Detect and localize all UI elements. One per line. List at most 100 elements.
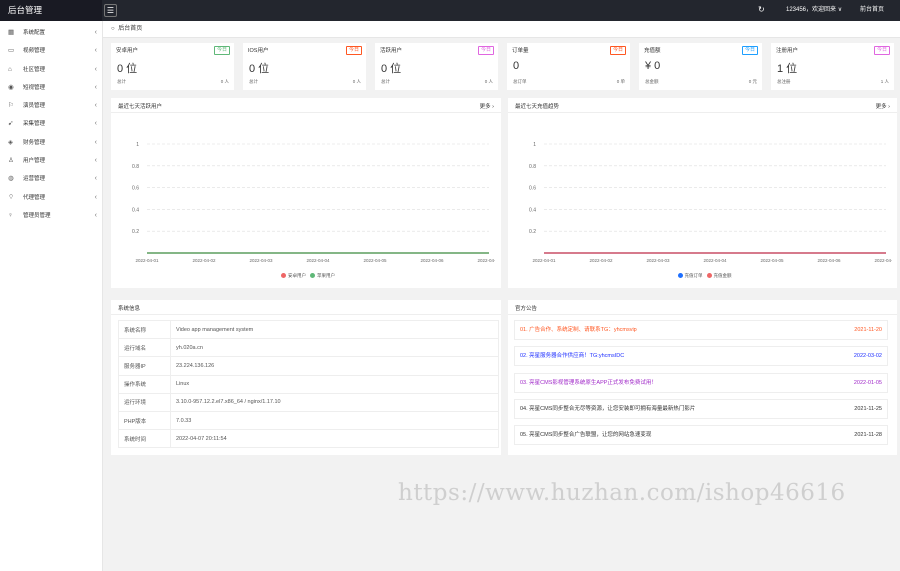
sidebar-item[interactable]: ⌔ 代理管理 ‹ (0, 189, 102, 207)
legend-label[interactable]: 充值金额 (714, 273, 732, 278)
hamburger-icon[interactable]: ☰ (104, 4, 117, 17)
notice-card: 官方公告 01. 广告合作、系统定制、请联系TG：yhcmsvip 2021-11… (508, 300, 897, 455)
stat-label: 活跃用户 (380, 48, 403, 54)
x-tick-label: 2022-04-05 (760, 258, 784, 263)
sidebar: ▦ 系统配置 ‹ ▭ 视频管理 ‹ ⌂ 社区管理 ‹ ◉ 短视管理 ‹ ⚐ 演员管理 ‹ ➹ 采集管理 ‹ ◈ 财务管… (0, 21, 103, 571)
frontend-home-link[interactable]: 前台首页 (860, 0, 884, 21)
sidebar-item[interactable]: ◉ 短视管理 ‹ (0, 79, 102, 97)
menu-icon: ▭ (8, 47, 15, 55)
chevron-left-icon: ‹ (94, 120, 97, 128)
today-badge: 今日 (609, 46, 626, 55)
info-key: 系统时间 (118, 429, 171, 449)
sidebar-item-label: 视频管理 (23, 48, 46, 55)
stat-sub-label: 总计 (381, 79, 390, 84)
sidebar-item[interactable]: ⌂ 社区管理 ‹ (0, 61, 102, 79)
legend-label[interactable]: 苹果用户 (317, 273, 335, 278)
legend-label[interactable]: 充值订单 (685, 273, 703, 278)
info-value: 3.10.0-957.12.2.el7.x86_64 / nginx/1.17.… (170, 392, 499, 412)
user-menu[interactable]: 123456，欢迎回来 ∨ (786, 0, 842, 21)
notice-date: 2022-03-02 (853, 353, 882, 360)
notice-item[interactable]: 04. 亮星CMS同步整合无尽等资源，让您安装即可拥有海量最新热门影片 2021-… (514, 398, 888, 419)
legend-dot (706, 273, 712, 279)
table-row: 运行域名 yh.020a.cn (118, 338, 499, 358)
info-key: PHP版本 (118, 410, 171, 431)
more-link[interactable]: 更多 › (480, 102, 494, 110)
stat-sub-label: 总计 (249, 79, 258, 84)
x-tick-label: 2022-04-02 (192, 258, 216, 263)
top-bar: 后台管理 ☰ ↻ 123456，欢迎回来 ∨ 前台首页 (0, 0, 900, 21)
sidebar-item[interactable]: ♙ 用户管理 ‹ (0, 152, 102, 170)
stat-sub-value: 0 人 (352, 79, 361, 84)
notice-item[interactable]: 02. 亮星服务器合作供应商！TG:yhcmsIDC 2022-03-02 (514, 346, 888, 367)
info-value: 2022-04-07 20:11:54 (170, 429, 499, 449)
today-badge: 今日 (213, 46, 230, 55)
chevron-left-icon: ‹ (94, 175, 97, 183)
notice-item[interactable]: 05. 亮星CMS同步整合广告联盟，让您的网站急速变现 2021-11-28 (514, 425, 888, 446)
more-link[interactable]: 更多 › (876, 102, 890, 110)
card-divider (508, 314, 897, 315)
menu-icon: ◉ (8, 83, 14, 91)
card-title: 官方公告 (515, 306, 538, 312)
stat-value: 0 位 (117, 63, 138, 75)
sidebar-item-label: 管理员管理 (23, 212, 51, 219)
stat-card: 充值额 今日 ¥ 0 总金额 0 元 (639, 43, 762, 90)
x-tick-label: 2022-04-04 (703, 258, 727, 263)
stat-sub-label: 总订单 (513, 79, 527, 84)
stat-sub-label: 总金额 (645, 79, 659, 84)
info-value: 23.224.136.126 (170, 356, 499, 376)
table-row: 系统名称 Video app management system (118, 319, 499, 340)
x-tick-label: 2022-04-01 (135, 258, 159, 263)
system-info-card: 系统信息 系统名称 Video app management system 运行域名… (111, 300, 501, 455)
today-badge: 今日 (741, 46, 758, 55)
breadcrumb-label[interactable]: 后台首页 (118, 26, 142, 32)
stat-value: 0 (513, 60, 520, 72)
chevron-left-icon: ‹ (94, 193, 97, 201)
today-badge: 今日 (873, 46, 890, 55)
sidebar-item[interactable]: ◍ 运营管理 ‹ (0, 170, 102, 188)
notice-text: 03. 亮星CMS影视管理系统原生APP正式发布免费试用！ (520, 379, 657, 386)
notice-item[interactable]: 01. 广告合作、系统定制、请联系TG：yhcmsvip 2021-11-20 (514, 320, 888, 340)
sidebar-item-label: 短视管理 (23, 84, 46, 91)
notice-text: 02. 亮星服务器合作供应商！TG:yhcmsIDC (520, 353, 625, 360)
chevron-left-icon: ‹ (94, 211, 97, 219)
chart-legend: 充值订单 充值金额 (508, 273, 897, 279)
menu-icon: ◍ (8, 175, 14, 183)
sidebar-item[interactable]: ▦ 系统配置 ‹ (0, 24, 102, 42)
y-tick-label: 1 (533, 142, 536, 148)
notice-item[interactable]: 03. 亮星CMS影视管理系统原生APP正式发布免费试用！ 2022-01-05 (514, 372, 888, 393)
recharge-trend-card: 最近七天充值趋势 更多 › 0.2 0.4 0.6 0.8 1 2022-04-01 202… (508, 98, 897, 288)
circle-icon: ○ (111, 26, 115, 32)
stat-sub-value: 0 人 (484, 79, 493, 84)
sidebar-item[interactable]: ▭ 视频管理 ‹ (0, 42, 102, 60)
stat-value: 1 位 (777, 63, 798, 75)
sidebar-item[interactable]: ◈ 财务管理 ‹ (0, 134, 102, 152)
sidebar-item-label: 演员管理 (23, 103, 46, 110)
stat-sub-value: 0 元 (748, 79, 757, 84)
stat-card: 订单量 今日 0 总订单 0 单 (507, 43, 630, 90)
legend-label[interactable]: 安卓用户 (288, 273, 306, 278)
card-title: 最近七天活跃用户 (118, 104, 163, 110)
sidebar-item[interactable]: ⚐ 演员管理 ‹ (0, 97, 102, 115)
table-row: 系统时间 2022-04-07 20:11:54 (118, 429, 499, 449)
sidebar-item[interactable]: ➹ 采集管理 ‹ (0, 115, 102, 133)
notice-text: 01. 广告合作、系统定制、请联系TG：yhcmsvip (520, 327, 637, 333)
today-badge: 今日 (477, 46, 494, 55)
menu-icon: ⌔ (8, 193, 15, 201)
legend-dot (677, 273, 683, 279)
recharge-trend-chart: 0.2 0.4 0.6 0.8 1 2022-04-01 2022-04-02 2022-04… (529, 142, 892, 263)
info-key: 运行域名 (118, 338, 171, 358)
y-tick-label: 0.6 (132, 186, 139, 192)
info-key: 系统名称 (118, 319, 171, 340)
y-tick-label: 0.2 (529, 229, 536, 235)
stat-value: 0 位 (249, 63, 270, 75)
stat-label: 注册用户 (776, 48, 799, 54)
stat-card: 活跃用户 今日 0 位总计 0 人 (375, 43, 498, 90)
stat-card: IOS用户 今日 0 位总计 0 人 (243, 43, 366, 90)
stat-value: 0 位 (381, 63, 402, 75)
menu-icon: ⚐ (8, 102, 14, 110)
refresh-icon[interactable]: ↻ (758, 5, 765, 14)
sidebar-item-label: 用户管理 (23, 158, 46, 165)
table-row: 服务器IP 23.224.136.126 (118, 356, 499, 376)
sidebar-item[interactable]: ♀ 管理员管理 ‹ (0, 207, 102, 225)
stat-value: ¥ 0 (645, 60, 661, 72)
